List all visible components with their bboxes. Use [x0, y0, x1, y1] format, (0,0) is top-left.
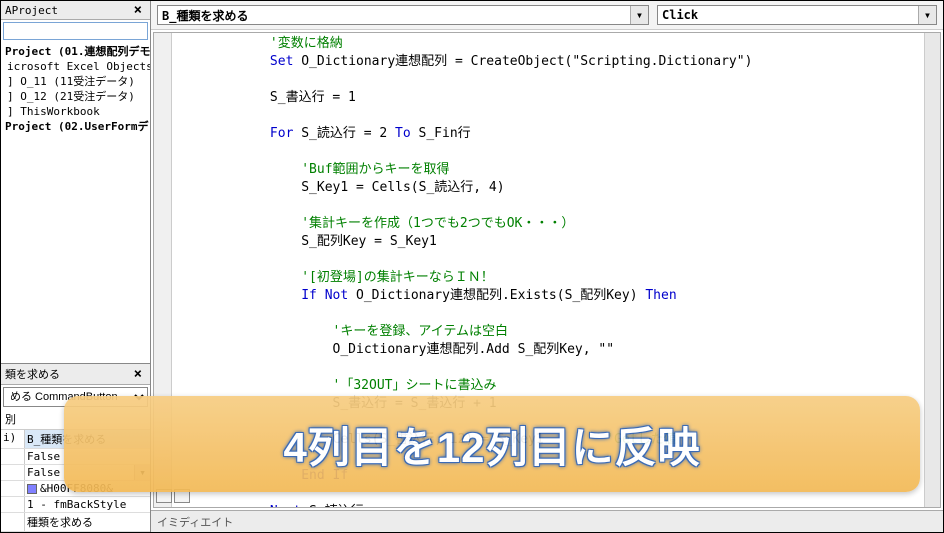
project-tree[interactable]: Project (01.連想配列デモicrosoft Excel Objects…: [1, 42, 150, 136]
tree-item[interactable]: ] O_11 (11受注データ): [1, 74, 150, 89]
property-key: [1, 481, 25, 496]
tree-item[interactable]: ] ThisWorkbook: [1, 104, 150, 119]
tree-item[interactable]: ] O_12 (21受注データ): [1, 89, 150, 104]
annotation-text: 4列目を12列目に反映: [283, 414, 700, 475]
tree-item[interactable]: Project (01.連想配列デモ: [1, 44, 150, 59]
property-row[interactable]: 種類を求める: [1, 513, 150, 532]
tree-item[interactable]: icrosoft Excel Objects: [1, 59, 150, 74]
code-selectors: B_種類を求める ▾ Click ▾: [151, 1, 943, 30]
property-key: [1, 465, 25, 480]
immediate-window-header[interactable]: イミディエイト: [151, 510, 943, 532]
project-pane-header: AProject ×: [1, 1, 150, 20]
project-search-input[interactable]: [3, 22, 148, 40]
annotation-banner: 4列目を12列目に反映: [64, 396, 920, 492]
procedure-selector-combo[interactable]: Click ▾: [657, 5, 937, 25]
close-icon[interactable]: ×: [130, 367, 146, 381]
property-value[interactable]: 1 - fmBackStyle: [25, 497, 150, 512]
project-pane-title: AProject: [5, 4, 58, 17]
property-value[interactable]: 種類を求める: [25, 513, 150, 531]
property-key: [1, 449, 25, 464]
close-icon[interactable]: ×: [130, 3, 146, 17]
tree-item[interactable]: Project (02.UserFormデ: [1, 119, 150, 134]
object-selector-combo[interactable]: B_種類を求める ▾: [157, 5, 649, 25]
property-row[interactable]: 1 - fmBackStyle: [1, 497, 150, 513]
properties-title: 類を求める: [5, 366, 60, 382]
procedure-selector-value: Click: [662, 8, 698, 22]
chevron-down-icon[interactable]: ▾: [918, 6, 936, 24]
property-key: i): [1, 430, 25, 448]
property-key: [1, 513, 25, 531]
color-chip-icon: [27, 484, 37, 494]
chevron-down-icon[interactable]: ▾: [630, 6, 648, 24]
immediate-label: イミディエイト: [157, 516, 233, 529]
properties-header: 類を求める ×: [1, 364, 150, 385]
property-key: [1, 497, 25, 512]
vertical-scrollbar[interactable]: [924, 33, 940, 507]
object-selector-value: B_種類を求める: [162, 7, 248, 24]
